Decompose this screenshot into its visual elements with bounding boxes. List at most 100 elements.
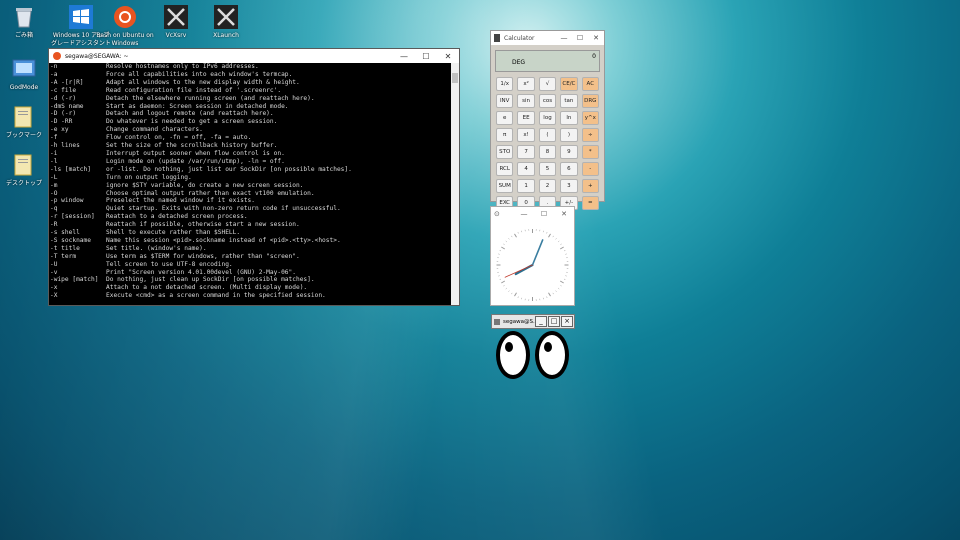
calculator-titlebar[interactable]: Calculator — ☐ ✕ [491, 31, 604, 45]
clock-tick [546, 296, 548, 298]
option-description: Attach to a not detached screen. (Multi … [106, 284, 308, 292]
calc-key[interactable]: y^x [581, 111, 599, 125]
clock-tick [548, 292, 551, 297]
calc-key[interactable]: INV [496, 94, 514, 108]
desktop-icon[interactable]: ごみ箱 [0, 4, 54, 40]
scrollbar-thumb[interactable] [452, 73, 458, 83]
xeyes-titlebar[interactable]: segawa@S... _ □ × [491, 314, 575, 329]
option-flag: -f [50, 134, 58, 142]
calc-key[interactable]: π [496, 128, 514, 142]
calc-key[interactable]: * [581, 145, 599, 159]
terminal-titlebar[interactable]: segawa@SEGAWA: ~ — ☐ ✕ [49, 49, 459, 63]
calc-key[interactable]: - [581, 162, 599, 176]
option-description: Change command characters. [106, 126, 203, 134]
calc-key[interactable]: 2 [538, 179, 557, 193]
option-description: Reattach to a detached screen process. [106, 213, 248, 221]
clock-tick [514, 292, 517, 297]
desktop-icon-label: デスクトップ [5, 180, 42, 187]
clock-window[interactable]: ⊙ — ☐ ✕ [490, 206, 575, 306]
terminal-line: -wipe [match] Do nothing, just clean up S… [50, 276, 451, 284]
terminal-output[interactable]: -n Resolve hostnames only to IPv6 address… [49, 63, 451, 305]
calc-key[interactable]: ) [560, 128, 578, 142]
clock-tick [552, 292, 554, 295]
calc-key[interactable]: log [538, 111, 557, 125]
option-flag: -R [50, 221, 58, 229]
calc-key[interactable]: ln [560, 111, 578, 125]
minimize-button[interactable]: — [393, 52, 415, 61]
close-button[interactable]: ✕ [554, 210, 574, 218]
close-button[interactable]: ✕ [437, 52, 459, 61]
calc-key[interactable]: cos [538, 94, 557, 108]
calc-key[interactable]: 9 [560, 145, 578, 159]
minimize-button[interactable]: — [556, 34, 572, 42]
calc-key[interactable]: 3 [560, 179, 578, 193]
minimize-button[interactable]: — [514, 210, 534, 218]
option-description: Preselect the named window if it exists. [106, 197, 256, 205]
maximize-button[interactable]: ☐ [534, 210, 554, 218]
calc-key[interactable]: = [581, 196, 599, 210]
option-flag: -dmS name [50, 102, 84, 110]
calc-key[interactable]: x² [517, 77, 535, 91]
maximize-button[interactable]: ☐ [572, 34, 588, 42]
maximize-button[interactable]: □ [548, 316, 560, 327]
calc-key[interactable]: ( [538, 128, 557, 142]
calc-key[interactable]: RCL [496, 162, 514, 176]
calc-key[interactable]: x! [517, 128, 535, 142]
calc-key[interactable]: STO [496, 145, 514, 159]
option-flag: -a [50, 70, 58, 78]
option-description: Set title. (window's name). [106, 244, 207, 252]
calc-key[interactable]: CE/C [560, 77, 578, 91]
maximize-button[interactable]: ☐ [415, 52, 437, 61]
clock-tick [517, 232, 519, 234]
option-description: Do whatever is needed to get a screen se… [106, 118, 278, 126]
calc-key[interactable]: AC [581, 77, 599, 91]
desktop-icon[interactable]: XLaunch [196, 4, 256, 40]
option-flag: -wipe [match] [50, 276, 99, 284]
calc-key[interactable]: + [581, 179, 599, 193]
option-flag: -n [50, 63, 58, 70]
terminal-line: -a Force all capabilities into each windo… [50, 71, 451, 79]
calc-key[interactable]: 6 [560, 162, 578, 176]
desktop-icon[interactable]: ブックマーク [0, 104, 54, 140]
calc-key[interactable]: ÷ [581, 128, 599, 142]
scrollbar[interactable] [451, 63, 459, 305]
terminal-line: -r [session] Reattach to a detached scree… [50, 213, 451, 221]
calc-key[interactable]: 1/x [496, 77, 514, 91]
minimize-button[interactable]: _ [535, 316, 547, 327]
option-flag: -T term [50, 252, 77, 260]
close-button[interactable]: × [561, 316, 573, 327]
terminal-window[interactable]: segawa@SEGAWA: ~ — ☐ ✕ -n Resolve hostnam… [48, 48, 460, 306]
display-value: 0 [592, 53, 596, 60]
option-flag: -l [50, 157, 58, 165]
clock-titlebar[interactable]: ⊙ — ☐ ✕ [491, 207, 574, 221]
desktop-icon[interactable]: GodMode [0, 56, 54, 92]
option-flag: -L [50, 173, 58, 181]
calc-key[interactable]: DRG [581, 94, 599, 108]
option-description: Turn on output logging. [106, 173, 192, 181]
terminal-line: -t title Set title. (window's name). [50, 245, 451, 253]
minute-hand [531, 239, 544, 266]
calculator-title: Calculator [504, 34, 535, 42]
calc-key[interactable]: 1 [517, 179, 535, 193]
option-description: Login mode on (update /var/run/utmp), -l… [106, 157, 285, 165]
close-button[interactable]: ✕ [588, 34, 604, 42]
option-description: ignore $STY variable, do create a new sc… [106, 181, 304, 189]
calc-key[interactable]: 7 [517, 145, 535, 159]
calculator-window[interactable]: Calculator — ☐ ✕ DEG 0 1/x x² √ CE/C AC INV si… [490, 30, 605, 210]
terminal-line: -O Choose optimal output rather than exac… [50, 190, 451, 198]
calc-key[interactable]: √ [538, 77, 557, 91]
calc-key[interactable]: 5 [538, 162, 557, 176]
calc-key[interactable]: e [496, 111, 514, 125]
folder-icon [11, 152, 37, 178]
calc-key[interactable]: EE [517, 111, 535, 125]
calc-key[interactable]: sin [517, 94, 535, 108]
calc-key[interactable]: 8 [538, 145, 557, 159]
terminal-line: -T term Use term as $TERM for windows, ra… [50, 253, 451, 261]
desktop-icon[interactable]: デスクトップ [0, 152, 54, 188]
calc-key[interactable]: 4 [517, 162, 535, 176]
clock-tick [499, 278, 502, 280]
xeyes-title: segawa@S... [503, 318, 535, 325]
calc-key[interactable]: SUM [496, 179, 514, 193]
clock-tick [514, 233, 517, 238]
calc-key[interactable]: tan [560, 94, 578, 108]
